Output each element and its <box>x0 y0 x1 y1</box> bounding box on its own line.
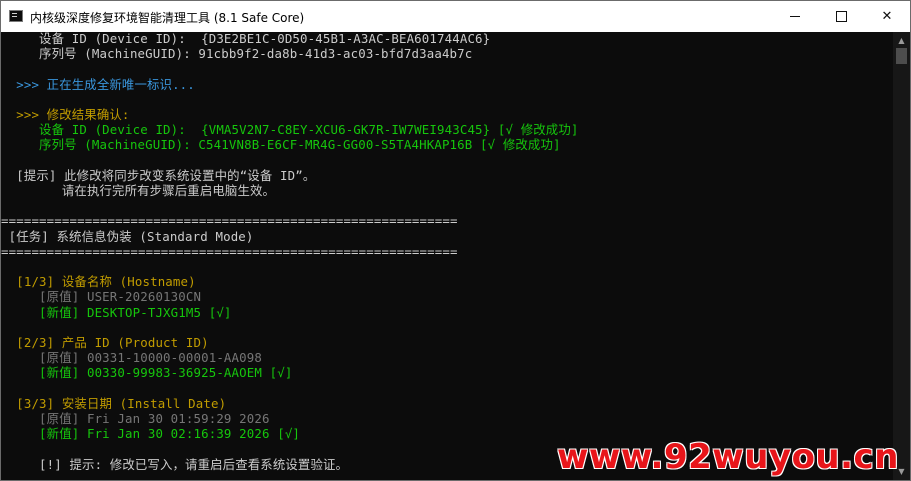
maximize-icon <box>835 11 847 22</box>
console-line: [新值] Fri Jan 30 02:16:39 2026 [√] <box>1 426 301 442</box>
close-button[interactable]: ✕ <box>864 1 910 32</box>
scroll-up-icon[interactable]: ▲ <box>893 32 910 49</box>
maximize-button[interactable] <box>818 1 864 32</box>
console-line: [!] 提示: 修改已写入，请重启后查看系统设置验证。 <box>1 456 349 472</box>
console-line: [原值] USER-20260130CN <box>1 289 202 305</box>
console-line: [任务] 系统信息伪装 (Standard Mode) <box>1 228 254 244</box>
console-app-icon <box>9 10 23 22</box>
console-line: ========================================… <box>1 243 458 259</box>
console-line: [新值] 00330-99983-36925-AAOEM [√] <box>1 365 293 381</box>
console-line: >>> 修改结果确认: <box>1 107 130 122</box>
console-line: [提示] 此修改将同步改变系统设置中的“设备 ID”。 <box>1 167 316 183</box>
console-line: 序列号 (MachineGUID): C541VN8B-E6CF-MR4G-GG… <box>1 137 561 153</box>
scrollbar-thumb[interactable] <box>896 48 907 64</box>
console-line: [1/3] 设备名称 (Hostname) <box>1 274 196 290</box>
title-bar[interactable]: 内核级深度修复环境智能清理工具 (8.1 Safe Core) ✕ <box>1 1 910 32</box>
console-line: [2/3] 产品 ID (Product ID) <box>1 335 209 350</box>
console-line: 设备 ID (Device ID): {VMA5V2N7-C8EY-XCU6-G… <box>1 122 579 138</box>
minimize-icon <box>790 16 800 17</box>
console-line: ========================================… <box>1 213 458 229</box>
console-line: >>> 正在生成全新唯一标识... <box>1 76 195 92</box>
minimize-button[interactable] <box>772 1 818 32</box>
console-line: 请在执行完所有步骤后重启电脑生效。 <box>1 183 276 198</box>
console-line: [3/3] 安装日期 (Install Date) <box>1 395 227 411</box>
console-window: 内核级深度修复环境智能清理工具 (8.1 Safe Core) ✕ 设备 ID … <box>0 0 911 481</box>
console-output[interactable]: 设备 ID (Device ID): {D3E2BE1C-0D50-45B1-A… <box>1 32 893 480</box>
site-watermark: www.92wuyou.cn <box>557 437 899 477</box>
console-line: [原值] Fri Jan 30 01:59:29 2026 <box>1 411 270 426</box>
console-line: 设备 ID (Device ID): {D3E2BE1C-0D50-45B1-A… <box>1 32 491 46</box>
console-line: [新值] DESKTOP-TJXG1M5 [√] <box>1 304 232 320</box>
close-icon: ✕ <box>881 9 893 24</box>
console-line: 序列号 (MachineGUID): 91cbb9f2-da8b-41d3-ac… <box>1 46 473 62</box>
window-title: 内核级深度修复环境智能清理工具 (8.1 Safe Core) <box>30 11 305 25</box>
vertical-scrollbar[interactable]: ▲ ▼ <box>893 32 910 480</box>
console-line: [原值] 00331-10000-00001-AA098 <box>1 350 262 366</box>
